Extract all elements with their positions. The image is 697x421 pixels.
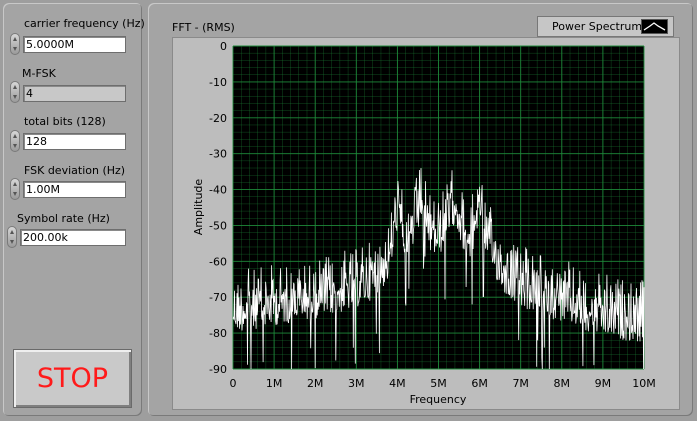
- y-tick-label: -80: [209, 327, 227, 340]
- x-tick-label: 0: [230, 377, 237, 390]
- x-tick-label: 8M: [554, 377, 571, 390]
- x-tick-label: 1M: [266, 377, 283, 390]
- y-tick-label: 0: [220, 40, 227, 53]
- x-tick-label: 7M: [512, 377, 529, 390]
- y-tick-label: -20: [209, 112, 227, 125]
- y-tick-label: -70: [209, 291, 227, 304]
- x-tick-label: 9M: [595, 377, 612, 390]
- y-tick-label: -60: [209, 255, 227, 268]
- x-tick-label: 10M: [632, 377, 656, 390]
- fft-chart: 0 1M 2M 3M 4M 5M 6M 7M 8M 9M 10M 0 -10 -20 -30 -40 -50 -6…: [192, 40, 656, 406]
- y-axis-label: Amplitude: [192, 179, 205, 236]
- y-tick-label: -30: [209, 148, 227, 161]
- x-tick-label: 5M: [430, 377, 447, 390]
- x-tick-label: 2M: [307, 377, 324, 390]
- y-tick-label: -50: [209, 219, 227, 232]
- x-tick-label: 3M: [348, 377, 365, 390]
- y-tick-label: -10: [209, 76, 227, 89]
- y-tick-label: -90: [209, 363, 227, 376]
- x-axis-label: Frequency: [410, 393, 467, 406]
- y-tick-label: -40: [209, 184, 227, 197]
- x-tick-label: 6M: [471, 377, 488, 390]
- x-tick-label: 4M: [389, 377, 406, 390]
